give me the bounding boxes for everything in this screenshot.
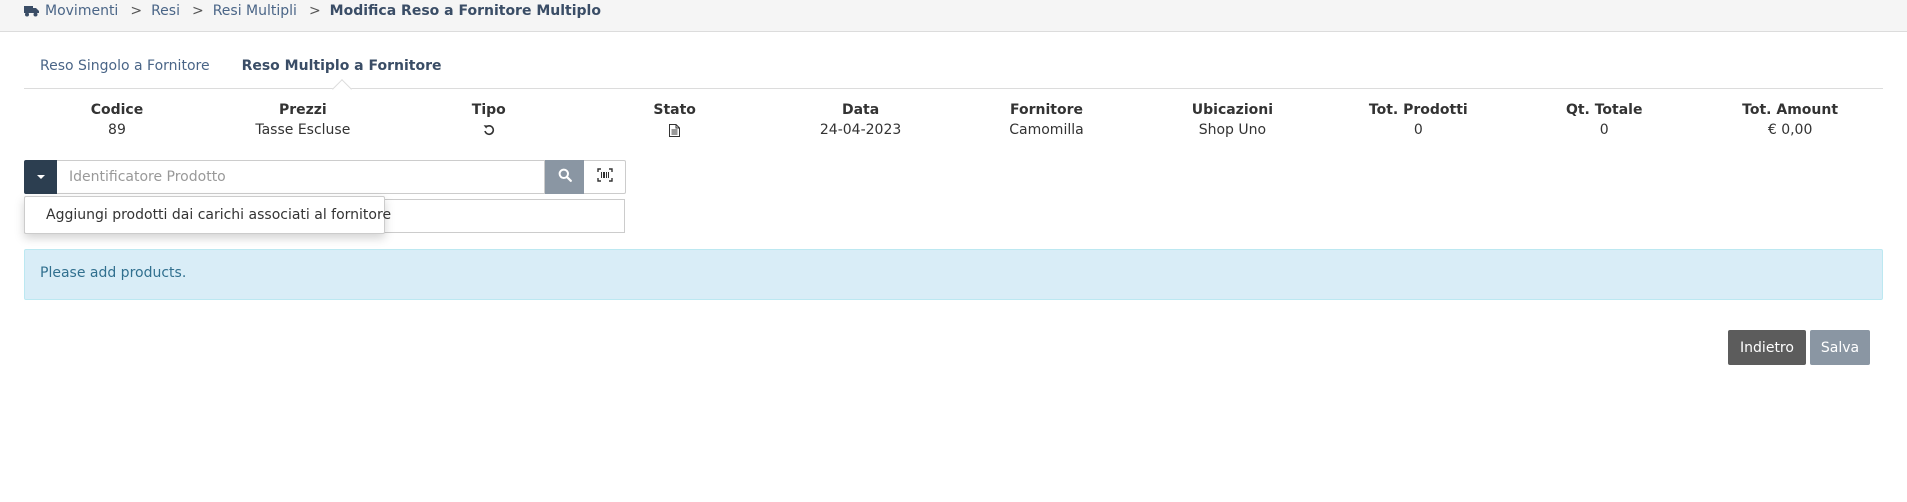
product-search-group xyxy=(24,160,626,194)
tab-reso-multiplo[interactable]: Reso Multiplo a Fornitore xyxy=(226,56,458,99)
summary-value xyxy=(582,120,768,140)
summary-codice: Codice 89 xyxy=(24,100,210,140)
summary-value: 0 xyxy=(1413,122,1423,138)
caret-down-icon xyxy=(36,175,45,179)
search-options-dropdown-button[interactable] xyxy=(24,160,57,194)
barcode-scan-icon xyxy=(596,168,613,186)
search-options-menu: Aggiungi prodotti dai carichi associati … xyxy=(24,196,391,234)
summary-value: 89 xyxy=(108,122,126,138)
document-icon xyxy=(669,122,681,138)
summary-data: Data 24-04-2023 xyxy=(768,100,954,140)
summary-stato: Stato xyxy=(582,100,768,140)
summary-fornitore: Fornitore Camomilla xyxy=(954,100,1140,140)
summary-header: Tot. Amount xyxy=(1742,102,1839,118)
summary-header: Ubicazioni xyxy=(1191,102,1274,118)
breadcrumb: Movimenti > Resi > Resi Multipli > Modif… xyxy=(24,2,601,20)
search-icon xyxy=(558,168,572,186)
summary-header: Data xyxy=(841,102,880,118)
tab-reso-singolo[interactable]: Reso Singolo a Fornitore xyxy=(24,56,226,88)
summary-tipo: Tipo xyxy=(396,100,582,140)
breadcrumb-item-resi-multipli[interactable]: Resi Multipli xyxy=(213,3,297,19)
summary-prezzi: Prezzi Tasse Escluse xyxy=(210,100,396,140)
breadcrumb-item-resi[interactable]: Resi xyxy=(151,3,180,19)
summary-header: Codice xyxy=(90,102,144,118)
search-button[interactable] xyxy=(545,160,584,194)
product-identifier-input[interactable] xyxy=(57,160,545,194)
summary-table: Codice 89 Prezzi Tasse Escluse Tipo Stat… xyxy=(24,100,1883,140)
breadcrumb-separator: > xyxy=(308,3,321,19)
breadcrumb-separator: > xyxy=(191,3,204,19)
breadcrumb-separator: > xyxy=(130,3,143,19)
summary-value: Tasse Escluse xyxy=(255,122,351,138)
active-tab-indicator xyxy=(331,79,352,99)
summary-value: € 0,00 xyxy=(1767,122,1813,138)
breadcrumb-item-movimenti[interactable]: Movimenti xyxy=(45,3,118,19)
back-button[interactable]: Indietro xyxy=(1728,330,1806,365)
summary-header: Tot. Prodotti xyxy=(1368,102,1468,118)
barcode-scan-button[interactable] xyxy=(584,160,626,194)
summary-value: 0 xyxy=(1599,122,1609,138)
summary-value: Camomilla xyxy=(1009,122,1084,138)
summary-tot-amount: Tot. Amount € 0,00 xyxy=(1697,100,1883,140)
summary-value: Shop Uno xyxy=(1198,122,1267,138)
tab-label: Reso Singolo a Fornitore xyxy=(40,58,210,74)
summary-header: Tipo xyxy=(471,102,506,118)
breadcrumb-current: Modifica Reso a Fornitore Multiplo xyxy=(329,3,601,19)
menu-item-add-from-loads[interactable]: Aggiungi prodotti dai carichi associati … xyxy=(46,207,391,223)
info-alert: Please add products. xyxy=(24,249,1883,300)
save-button[interactable]: Salva xyxy=(1810,330,1870,365)
summary-header: Prezzi xyxy=(278,102,327,118)
alert-message: Please add products. xyxy=(40,265,187,281)
breadcrumb-bar: Movimenti > Resi > Resi Multipli > Modif… xyxy=(0,0,1907,32)
undo-icon xyxy=(483,122,495,138)
summary-header: Stato xyxy=(653,102,696,118)
tab-label: Reso Multiplo a Fornitore xyxy=(241,58,442,74)
truck-icon xyxy=(24,5,39,17)
tab-bar: Reso Singolo a Fornitore Reso Multiplo a… xyxy=(24,56,1883,99)
summary-qt-totale: Qt. Totale 0 xyxy=(1511,100,1697,140)
summary-header: Fornitore xyxy=(1009,102,1083,118)
summary-header: Qt. Totale xyxy=(1565,102,1643,118)
summary-tot-prodotti: Tot. Prodotti 0 xyxy=(1325,100,1511,140)
summary-value: 24-04-2023 xyxy=(819,122,902,138)
summary-ubicazioni: Ubicazioni Shop Uno xyxy=(1139,100,1325,140)
summary-value xyxy=(396,120,582,140)
